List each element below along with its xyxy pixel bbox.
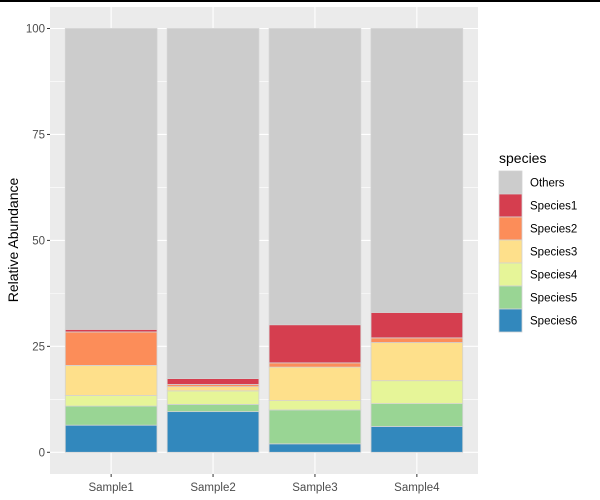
bar-segment-sample2-species6 bbox=[166, 411, 260, 453]
bar-segment-sample3-species1 bbox=[268, 324, 362, 364]
legend-label-species3: Species3 bbox=[530, 247, 577, 259]
legend-label-species6: Species6 bbox=[530, 316, 577, 328]
legend-key-species3 bbox=[498, 239, 523, 264]
y-tick-label: 50 bbox=[32, 235, 45, 247]
x-tick-label: Sample2 bbox=[190, 482, 235, 494]
bar-segment-sample3-others bbox=[268, 28, 362, 326]
legend-title: species bbox=[499, 150, 546, 166]
x-tick-label: Sample3 bbox=[292, 482, 337, 494]
y-axis-title: Relative Abundance bbox=[5, 178, 21, 303]
bar-segment-sample2-others bbox=[166, 28, 260, 379]
bar-segment-sample4-species3 bbox=[370, 342, 464, 382]
y-tick-label: 100 bbox=[26, 24, 45, 36]
legend-label-species1: Species1 bbox=[530, 201, 577, 213]
bar-segment-sample2-species3 bbox=[166, 386, 260, 392]
x-tick-label: Sample4 bbox=[394, 482, 440, 494]
bar-segment-sample1-species2 bbox=[64, 331, 158, 366]
bar-segment-sample1-species6 bbox=[64, 424, 158, 453]
legend-label-species5: Species5 bbox=[530, 293, 577, 305]
bar-segment-sample4-species4 bbox=[370, 380, 464, 404]
y-tick-label: 25 bbox=[32, 341, 45, 353]
bar-segment-sample1-species5 bbox=[64, 405, 158, 426]
legend-key-others bbox=[498, 170, 523, 195]
bar-segment-sample3-species3 bbox=[268, 366, 362, 401]
legend-key-species2 bbox=[498, 216, 523, 241]
x-tick-label: Sample1 bbox=[88, 482, 133, 494]
legend-label-species2: Species2 bbox=[530, 224, 577, 236]
bar-segment-sample1-others bbox=[64, 28, 158, 330]
bar-segment-sample4-species1 bbox=[370, 312, 464, 339]
bar-segment-sample4-species6 bbox=[370, 426, 464, 453]
legend-label-species4: Species4 bbox=[530, 270, 578, 282]
legend-label-others: Others bbox=[530, 178, 565, 190]
stacked-bar-chart: 0255075100 Sample1 Sample2 Sample3 Sample4 … bbox=[5, 7, 578, 494]
y-tick-label: 75 bbox=[32, 129, 45, 141]
bar-segment-sample1-species4 bbox=[64, 395, 158, 407]
x-axis: Sample1 Sample2 Sample3 Sample4 bbox=[88, 474, 440, 494]
legend-key-species6 bbox=[498, 308, 523, 333]
bar-segment-sample3-species4 bbox=[268, 400, 362, 411]
bar-segment-sample3-species2 bbox=[268, 362, 362, 368]
legend-key-species1 bbox=[498, 193, 523, 218]
bar-segment-sample1-species3 bbox=[64, 365, 158, 396]
legend: species Others Species1 Species2 Species3 Sp… bbox=[498, 150, 578, 333]
bar-segment-sample2-species1 bbox=[166, 378, 260, 385]
bar-segment-sample3-species6 bbox=[268, 443, 362, 453]
legend-key-species4 bbox=[498, 262, 523, 287]
y-axis: 0 25 50 75 100 bbox=[26, 24, 50, 459]
legend-key-species5 bbox=[498, 285, 523, 310]
bar-segment-sample4-species5 bbox=[370, 403, 464, 427]
y-tick-label: 0 bbox=[39, 447, 45, 459]
bar-segment-sample4-species2 bbox=[370, 337, 464, 343]
bar-segment-sample3-species5 bbox=[268, 409, 362, 445]
bar-segment-sample2-species4 bbox=[166, 390, 260, 405]
bar-segment-sample4-others bbox=[370, 28, 464, 313]
bar-segment-sample2-species5 bbox=[166, 404, 260, 413]
